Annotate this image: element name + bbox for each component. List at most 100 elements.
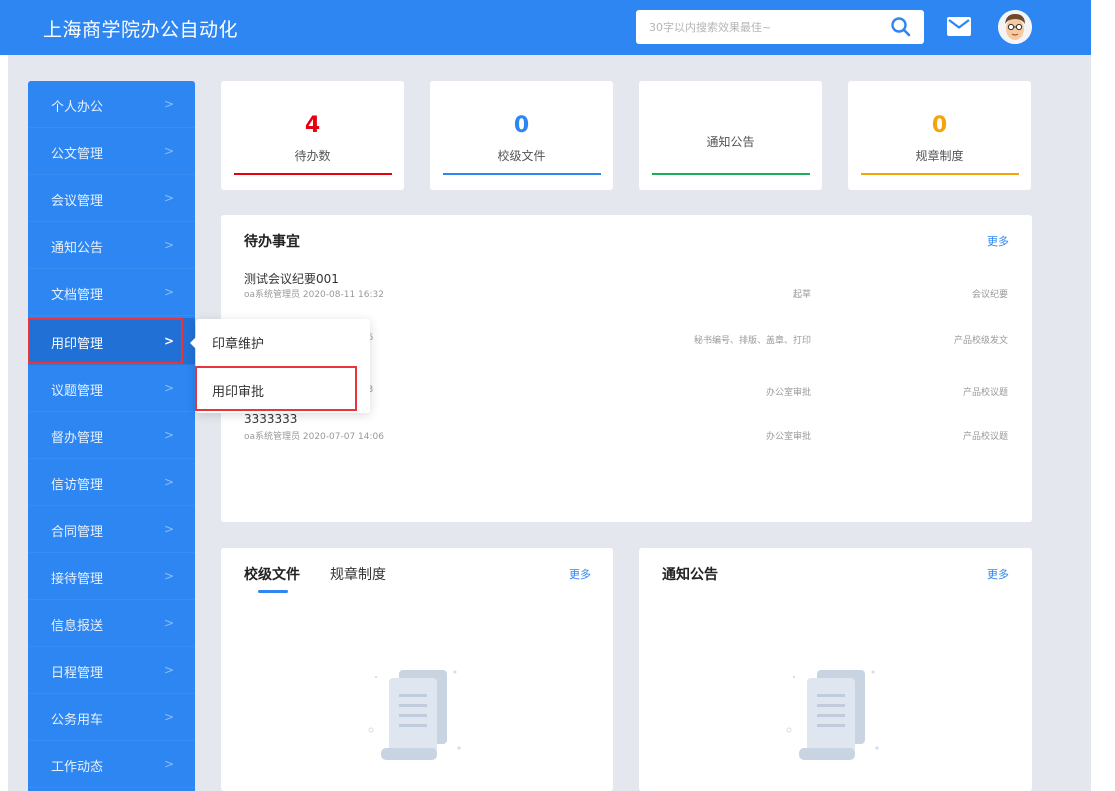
stat-value: 4 [304,113,321,138]
sidebar-item-reception[interactable]: 接待管理 > [28,553,195,600]
chevron-right-icon: > [164,569,175,583]
stat-card-notices[interactable]: 通知公告 [639,81,822,190]
search-icon[interactable] [890,16,912,38]
stat-label: 规章制度 [915,149,964,163]
sidebar-item-label: 公文管理 [51,147,104,162]
chevron-right-icon: > [164,616,175,630]
todo-row-type: 产品校级发文 [953,336,1008,346]
stat-card-todo[interactable]: 4 待办数 [221,81,404,190]
chevron-right-icon: > [164,285,175,299]
chevron-right-icon: > [164,334,175,348]
chevron-right-icon: > [164,97,175,111]
active-tab-underline [258,590,288,593]
todo-row-type: 会议纪要 [971,290,1008,300]
todo-row-step: 秘书编号、排版、盖章、打印 [693,336,811,346]
sidebar-item-label: 合同管理 [51,525,104,540]
todo-row-title: 3333333 [244,412,298,426]
sidebar-item-label: 工作动态 [51,760,104,775]
todo-row-step: 办公室审批 [765,432,811,442]
chevron-right-icon: > [164,191,175,205]
chevron-right-icon: > [164,144,175,158]
tab-school-files[interactable]: 校级文件 [244,564,300,584]
todo-row-meta: oa系统管理员 2020-07-07 14:06 [244,432,384,442]
stat-accent-line [443,173,601,175]
empty-document-icon [777,660,897,770]
todo-row[interactable]: 3333333 oa系统管理员 2020-07-07 14:06 办公室审批 产… [221,412,1031,458]
sidebar-item-label: 文档管理 [51,288,104,303]
search-input[interactable] [636,10,886,44]
sidebar-item-schedule[interactable]: 日程管理 > [28,647,195,694]
chevron-right-icon: > [164,663,175,677]
sidebar-item-petitions[interactable]: 信访管理 > [28,459,195,506]
chevron-right-icon: > [164,757,175,771]
top-header: 上海商学院办公自动化 [0,0,1115,55]
submenu-item-label: 印章维护 [212,337,265,352]
sidebar-item-label: 会议管理 [51,194,104,209]
avatar-icon[interactable] [998,10,1032,44]
sidebar-item-label: 信访管理 [51,478,104,493]
stat-label: 通知公告 [706,135,755,149]
sidebar-item-supervision[interactable]: 督办管理 > [28,412,195,459]
todo-row-step: 办公室审批 [765,388,811,398]
sidebar-item-label: 督办管理 [51,431,104,446]
notice-panel: 通知公告 更多 [639,548,1032,791]
chevron-right-icon: > [164,428,175,442]
stat-value: 0 [931,113,948,138]
sidebar-item-label: 议题管理 [51,384,104,399]
header-bar: 上海商学院办公自动化 [0,0,1091,55]
sidebar-item-label: 公务用车 [51,713,104,728]
app-title: 上海商学院办公自动化 [43,19,239,41]
sidebar-item-news[interactable]: 工作动态 > [28,741,195,788]
todo-row-meta: oa系统管理员 2020-08-11 16:32 [244,290,384,300]
submenu-item-seal-approval[interactable]: 用印审批 [196,367,370,412]
empty-document-icon [359,660,479,770]
sidebar-item-documents[interactable]: 公文管理 > [28,128,195,175]
sidebar-item-topics[interactable]: 议题管理 > [28,365,195,412]
sidebar-item-files[interactable]: 文档管理 > [28,269,195,316]
chevron-right-icon: > [164,710,175,724]
sidebar-item-seal[interactable]: 用印管理 > [28,318,195,365]
sidebar-item-notices[interactable]: 通知公告 > [28,222,195,269]
submenu-item-label: 用印审批 [212,385,265,400]
stat-value: 0 [513,113,530,138]
search-box [636,10,924,44]
sidebar-item-label: 日程管理 [51,666,104,681]
mail-icon[interactable] [947,17,971,36]
sidebar-item-contracts[interactable]: 合同管理 > [28,506,195,553]
submenu-item-seal-maintenance[interactable]: 印章维护 [196,319,370,364]
chevron-right-icon: > [164,475,175,489]
stat-accent-line [861,173,1019,175]
sidebar-item-meetings[interactable]: 会议管理 > [28,175,195,222]
todo-row-title: 测试会议纪要001 [244,272,339,286]
chevron-right-icon: > [164,381,175,395]
stat-accent-line [652,173,810,175]
todo-more-link[interactable]: 更多 [987,233,1009,249]
sidebar-item-label: 信息报送 [51,619,104,634]
todo-row-step: 起草 [792,290,811,300]
todo-row-type: 产品校议题 [962,432,1008,442]
sidebar: 个人办公 > 公文管理 > 会议管理 > 通知公告 > 文档管理 > 用印管理 > 议题管理… [28,81,195,791]
sidebar-item-vehicles[interactable]: 公务用车 > [28,694,195,741]
stat-card-school-files[interactable]: 0 校级文件 [430,81,613,190]
notice-more-link[interactable]: 更多 [987,566,1009,582]
stat-label: 待办数 [294,149,331,163]
sidebar-item-label: 用印管理 [51,337,104,352]
seal-submenu: 印章维护 用印审批 [190,319,370,413]
sidebar-item-reports[interactable]: 信息报送 > [28,600,195,647]
tab-regulations[interactable]: 规章制度 [330,564,386,584]
sidebar-item-label: 个人办公 [51,100,104,115]
stat-accent-line [234,173,392,175]
chevron-right-icon: > [164,522,175,536]
todo-row-type: 产品校议题 [962,388,1008,398]
stat-card-regulations[interactable]: 0 规章制度 [848,81,1031,190]
notice-title: 通知公告 [662,567,718,583]
files-more-link[interactable]: 更多 [569,566,591,582]
files-panel: 校级文件 规章制度 更多 [221,548,613,791]
todo-title: 待办事宜 [244,234,300,250]
todo-row[interactable]: 测试会议纪要001 oa系统管理员 2020-08-11 16:32 起草 会议… [221,270,1031,316]
sidebar-item-label: 通知公告 [51,241,104,256]
chevron-right-icon: > [164,238,175,252]
sidebar-item-label: 接待管理 [51,572,104,587]
stat-label: 校级文件 [497,149,546,163]
sidebar-item-personal[interactable]: 个人办公 > [28,81,195,128]
